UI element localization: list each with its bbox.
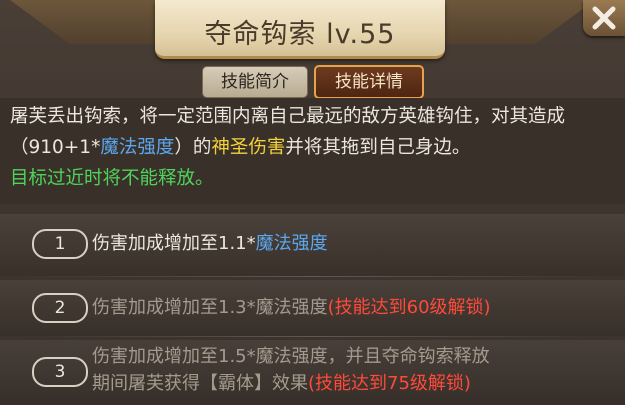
unlock-requirement: (技能达到60级解锁) xyxy=(327,297,491,318)
upgrade-effect: 期间屠芙获得【霸体】效果 xyxy=(92,373,308,394)
holy-damage-label: 神圣伤害 xyxy=(211,137,286,158)
upgrade-effect: 伤害加成增加至1.3*魔法强度 xyxy=(92,297,328,318)
description-text: 并将其拖到自己身边。 xyxy=(285,137,471,158)
close-button[interactable] xyxy=(583,0,625,36)
title-banner: 夺命钩索 lv.55 xyxy=(155,0,445,59)
unlock-requirement: (技能达到75级解锁) xyxy=(308,373,471,394)
divider xyxy=(20,276,605,277)
tab-skill-detail[interactable]: 技能详情 xyxy=(314,65,424,99)
magic-power-stat: 魔法强度 xyxy=(100,137,175,158)
upgrade-number-badge: 2 xyxy=(32,293,88,323)
range-note: 目标过近时将不能释放。 xyxy=(10,168,214,189)
skill-description: 屠芙丢出钩索，将一定范围内离自己最远的敌方英雄钩住，对其造成（910+1*魔法强… xyxy=(10,101,615,194)
title-ornament-right xyxy=(445,0,595,44)
upgrade-number-badge: 3 xyxy=(32,357,88,387)
upgrade-number-badge: 1 xyxy=(32,229,88,259)
upgrade-1-text: 伤害加成增加至1.1*魔法强度 xyxy=(92,230,328,257)
upgrade-3-text: 伤害加成增加至1.5*魔法强度，并且夺命钩索释放 期间屠芙获得【霸体】效果(技能… xyxy=(92,343,490,397)
title-ornament-left xyxy=(10,0,160,44)
skill-title: 夺命钩索 lv.55 xyxy=(204,19,396,50)
tab-skill-intro[interactable]: 技能简介 xyxy=(202,66,308,98)
divider xyxy=(20,336,605,337)
upgrade-2-text: 伤害加成增加至1.3*魔法强度(技能达到60级解锁) xyxy=(92,294,491,321)
description-text: ）的 xyxy=(174,137,212,158)
upgrade-effect: 伤害加成增加至1.1* xyxy=(92,233,256,254)
skill-detail-panel: 夺命钩索 lv.55 技能简介 技能详情 屠芙丢出钩索，将一定范围内离自己最远的… xyxy=(0,0,625,405)
magic-power-stat: 魔法强度 xyxy=(255,233,328,254)
upgrade-effect: 伤害加成增加至1.5*魔法强度，并且夺命钩索释放 xyxy=(92,346,490,367)
close-x-icon xyxy=(592,6,616,30)
